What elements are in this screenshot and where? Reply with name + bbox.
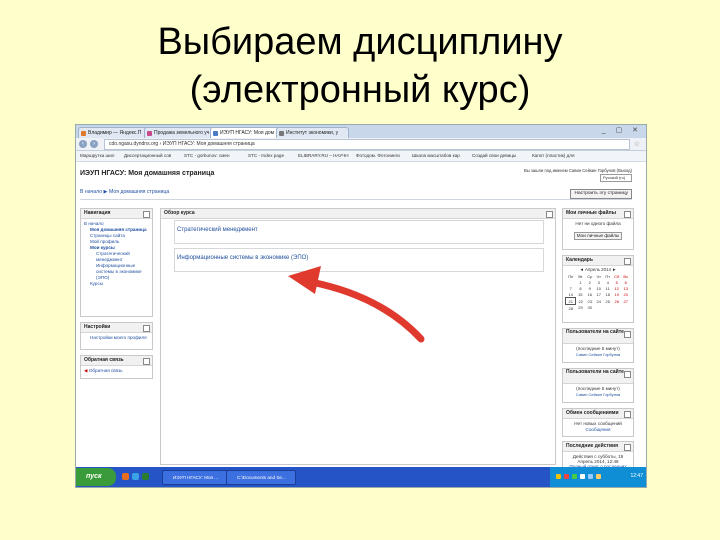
forward-icon[interactable]: › xyxy=(90,140,98,148)
bookmarks-bar: Маршрутка шил Диссертационный сов STC - … xyxy=(76,151,646,162)
tab-strip: Владимир — Яндекс.П Продажа земельного у… xyxy=(76,125,646,139)
excel-quicklaunch-icon[interactable] xyxy=(142,473,149,480)
back-icon[interactable]: ‹ xyxy=(79,140,87,148)
tray-icon[interactable] xyxy=(580,474,585,479)
address-bar-row: ‹ › cdo.ngasu.dyndns.org › ИЭУП НГАСУ: М… xyxy=(76,138,646,151)
bookmark[interactable]: STC - Index page xyxy=(248,151,284,161)
tray-icon[interactable] xyxy=(588,474,593,479)
task-label: С:\Documents and Se... xyxy=(237,475,286,480)
moodle-page: ИЭУП НГАСУ: Моя домашняя страница Вы заш… xyxy=(76,162,646,473)
taskbar-task[interactable]: С:\Documents and Se... xyxy=(226,470,296,485)
tray-icon[interactable] xyxy=(564,474,569,479)
favicon-icon xyxy=(279,131,284,136)
system-tray: 12:47 xyxy=(550,467,646,487)
browser-screenshot: Владимир — Яндекс.П Продажа земельного у… xyxy=(75,124,647,488)
task-label: ИЭУП НГАСУ: Моя ... xyxy=(173,475,219,480)
bookmark[interactable]: STC - gorbunov: смен xyxy=(184,151,230,161)
browser-quicklaunch-icon[interactable] xyxy=(122,473,129,480)
bookmark[interactable]: Диссертационный сов xyxy=(124,151,171,161)
slide-title-line1: Выбираем дисциплину xyxy=(157,21,563,63)
bookmark[interactable]: Шкала масштабов кар xyxy=(412,151,460,161)
ie-quicklaunch-icon[interactable] xyxy=(132,473,139,480)
favicon-icon xyxy=(81,131,86,136)
bookmark[interactable]: ELIBRARY.RU – НАУЧН xyxy=(298,151,349,161)
bookmark[interactable]: Капот (пластик) для xyxy=(532,151,574,161)
tab-label: Институт экономики, у xyxy=(286,130,339,136)
tab-label: ИЭУП НГАСУ: Моя дом xyxy=(220,130,275,136)
window-controls[interactable]: _ ▢ ✕ xyxy=(602,126,642,134)
favicon-icon xyxy=(147,131,152,136)
tab-label: Продажа земельного уч xyxy=(154,130,210,136)
tray-icon[interactable] xyxy=(556,474,561,479)
star-icon[interactable]: ☆ xyxy=(634,140,640,148)
annotation-arrow xyxy=(288,266,425,343)
tray-icon[interactable] xyxy=(572,474,577,479)
start-button[interactable]: пуск xyxy=(76,468,116,486)
start-label: пуск xyxy=(86,473,102,480)
taskbar-task[interactable]: ИЭУП НГАСУ: Моя ... xyxy=(162,470,232,485)
slide-title: Выбираем дисциплину (электронный курс) xyxy=(0,18,720,114)
bookmark[interactable]: Создай свои девицы xyxy=(472,151,516,161)
taskbar-clock: 12:47 xyxy=(630,473,643,479)
tab-label: Владимир — Яндекс.П xyxy=(88,130,142,136)
address-input[interactable]: cdo.ngasu.dyndns.org › ИЭУП НГАСУ: Моя д… xyxy=(104,139,630,150)
favicon-icon xyxy=(213,131,218,136)
tray-icon[interactable] xyxy=(596,474,601,479)
bookmark[interactable]: Фотодом. Фотонинги xyxy=(356,151,400,161)
windows-taskbar: пуск ИЭУП НГАСУ: Моя ... С:\Documents an… xyxy=(76,467,646,487)
bookmark[interactable]: Маршрутка шил xyxy=(80,151,114,161)
slide-title-line2: (электронный курс) xyxy=(189,69,531,111)
